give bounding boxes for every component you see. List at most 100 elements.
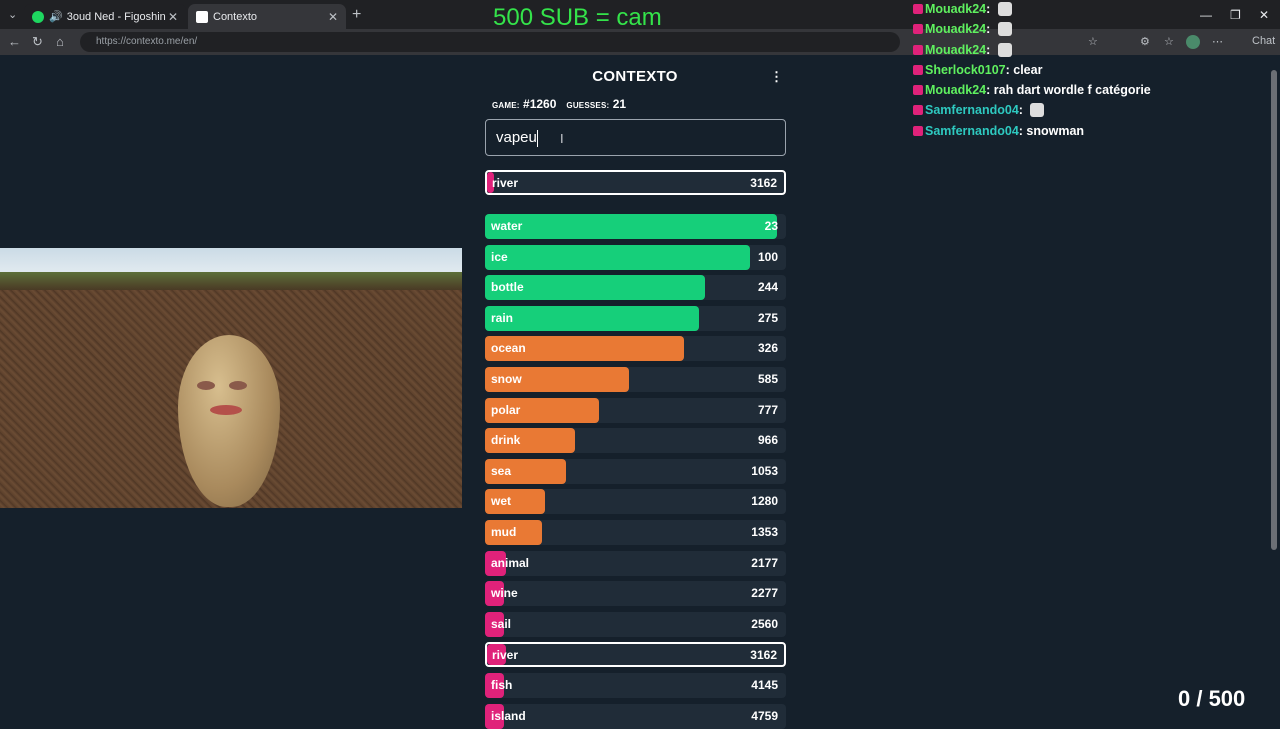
chat-message: Mouadk24: xyxy=(913,42,1151,63)
chat-message: Mouadk24: xyxy=(913,22,1151,42)
text-caret xyxy=(536,129,538,147)
tab-label: Contexto xyxy=(213,10,258,23)
guess-row: sea 1053 xyxy=(485,458,786,484)
guess-word: mud xyxy=(491,525,517,539)
game-label: GAME: xyxy=(492,101,520,110)
collections-icon[interactable]: ☆ xyxy=(1164,35,1174,48)
guess-row: animal 2177 xyxy=(485,550,786,576)
guess-rank: 4759 xyxy=(751,708,778,723)
chat-message: Mouadk24: xyxy=(913,2,1151,22)
guess-row: ocean 326 xyxy=(485,336,786,362)
guess-row: rain 275 xyxy=(485,305,786,331)
new-tab-icon[interactable]: + xyxy=(352,6,361,24)
contexto-favicon-icon xyxy=(196,10,208,23)
similarity-bar xyxy=(485,244,750,270)
guess-word: wine xyxy=(491,586,518,601)
chat-username: Mouadk24 xyxy=(925,83,987,98)
potato-eye-left xyxy=(197,381,215,390)
tab-search-icon[interactable]: ⌄ xyxy=(8,8,17,21)
guess-rank: 23 xyxy=(764,219,778,233)
guess-row: wet 1280 xyxy=(485,489,786,515)
sub-goal-text: 500 SUB = cam xyxy=(493,4,662,31)
window-close-icon[interactable]: ✕ xyxy=(1259,8,1269,22)
guess-rank: 3162 xyxy=(750,176,777,190)
guess-rank: 1053 xyxy=(751,463,778,478)
scrollbar-thumb[interactable] xyxy=(1271,70,1277,550)
tab-label: 3oud Ned - Figoshin xyxy=(66,10,166,23)
close-icon[interactable]: ✕ xyxy=(168,10,178,24)
guess-word: ice xyxy=(491,249,508,264)
chat-emote-icon xyxy=(1030,103,1045,118)
guess-row: water 23 xyxy=(485,214,786,239)
guess-row: wine 2277 xyxy=(485,581,786,607)
chat-badge-icon xyxy=(913,85,923,96)
guess-word: river xyxy=(492,648,519,663)
chat-username: Mouadk24 xyxy=(925,22,987,37)
guess-row: ice 100 xyxy=(485,244,786,270)
similarity-bar xyxy=(485,305,699,331)
chat-badge-icon xyxy=(913,24,923,35)
chat-badge-icon xyxy=(913,105,923,116)
guess-row: drink 966 xyxy=(485,428,786,454)
guess-input-value: vapeu xyxy=(496,129,537,146)
guess-rank: 777 xyxy=(757,402,778,417)
chat-message: Sherlock0107: clear xyxy=(913,63,1151,83)
guess-rank: 275 xyxy=(757,310,778,325)
guess-word: snow xyxy=(491,372,522,386)
close-icon[interactable]: ✕ xyxy=(328,10,338,24)
chat-badge-icon xyxy=(913,125,923,136)
back-icon[interactable]: ← xyxy=(8,34,21,49)
webcam-overlay xyxy=(0,248,462,508)
refresh-icon[interactable]: ↻ xyxy=(32,34,43,50)
chat-message: Samfernando04: xyxy=(913,103,1151,123)
guess-input[interactable]: vapeu xyxy=(485,119,786,156)
guess-row: polar 777 xyxy=(485,397,786,423)
guess-rank: 100 xyxy=(757,249,778,264)
guess-rank: 1353 xyxy=(751,525,778,539)
chat-username: Samfernando04 xyxy=(925,103,1019,118)
guess-word: sea xyxy=(491,463,512,478)
guess-row: island 4759 xyxy=(485,703,786,729)
guess-row: bottle 244 xyxy=(485,275,786,301)
chat-emote-icon xyxy=(997,2,1012,16)
chat-message: Samfernando04: snowman xyxy=(913,124,1151,144)
guess-rank: 2177 xyxy=(751,555,778,570)
chat-badge-icon xyxy=(913,4,923,14)
chat-text: rah dart wordle f catégorie xyxy=(993,83,1151,98)
home-icon[interactable]: ⌂ xyxy=(56,34,64,49)
guess-rank: 1280 xyxy=(751,494,778,509)
guess-word: fish xyxy=(491,678,513,692)
last-guess-row: river 3162 xyxy=(485,170,786,195)
guess-word: ocean xyxy=(491,341,526,356)
spotify-icon xyxy=(32,10,44,23)
guesses-count: 21 xyxy=(612,97,627,111)
potato-mouth xyxy=(210,405,242,415)
copilot-chat-label[interactable]: Chat xyxy=(1252,35,1275,47)
minimize-icon[interactable]: — xyxy=(1200,8,1212,22)
chat-badge-icon xyxy=(913,64,923,75)
chat-badge-icon xyxy=(913,44,923,55)
more-menu-icon[interactable]: ⋯ xyxy=(1212,35,1223,48)
stream-chat: Mouadk24: Mouadk24: Mouadk24: Sherlock01… xyxy=(913,2,1151,144)
speaker-icon: 🔊 xyxy=(49,11,63,23)
address-bar[interactable]: https://contexto.me/en/ xyxy=(80,32,900,52)
guess-row: sail 2560 xyxy=(485,611,786,637)
tab-contexto[interactable]: Contexto ✕ xyxy=(188,4,346,29)
guess-rank: 244 xyxy=(757,280,778,295)
guess-word: polar xyxy=(491,402,521,417)
url-text: https://contexto.me/en/ xyxy=(96,36,198,47)
restore-icon[interactable]: ❐ xyxy=(1230,8,1241,22)
grass xyxy=(0,272,462,290)
guess-word: water xyxy=(491,219,523,233)
guess-word: sail xyxy=(491,616,512,631)
profile-avatar[interactable] xyxy=(1186,35,1200,49)
contexto-logo: CONTEXTO xyxy=(592,68,678,85)
chat-emote-icon xyxy=(997,42,1012,57)
guess-word: bottle xyxy=(491,280,524,295)
potato-eye-right xyxy=(229,381,247,390)
menu-kebab-icon[interactable]: ⋮ xyxy=(770,69,783,85)
tab-figoshin[interactable]: 🔊 3oud Ned - Figoshin ✕ xyxy=(24,4,186,29)
guesses-label: GUESSES: xyxy=(566,101,610,110)
guess-word: drink xyxy=(491,433,521,448)
chat-username: Sherlock0107 xyxy=(925,62,1006,77)
